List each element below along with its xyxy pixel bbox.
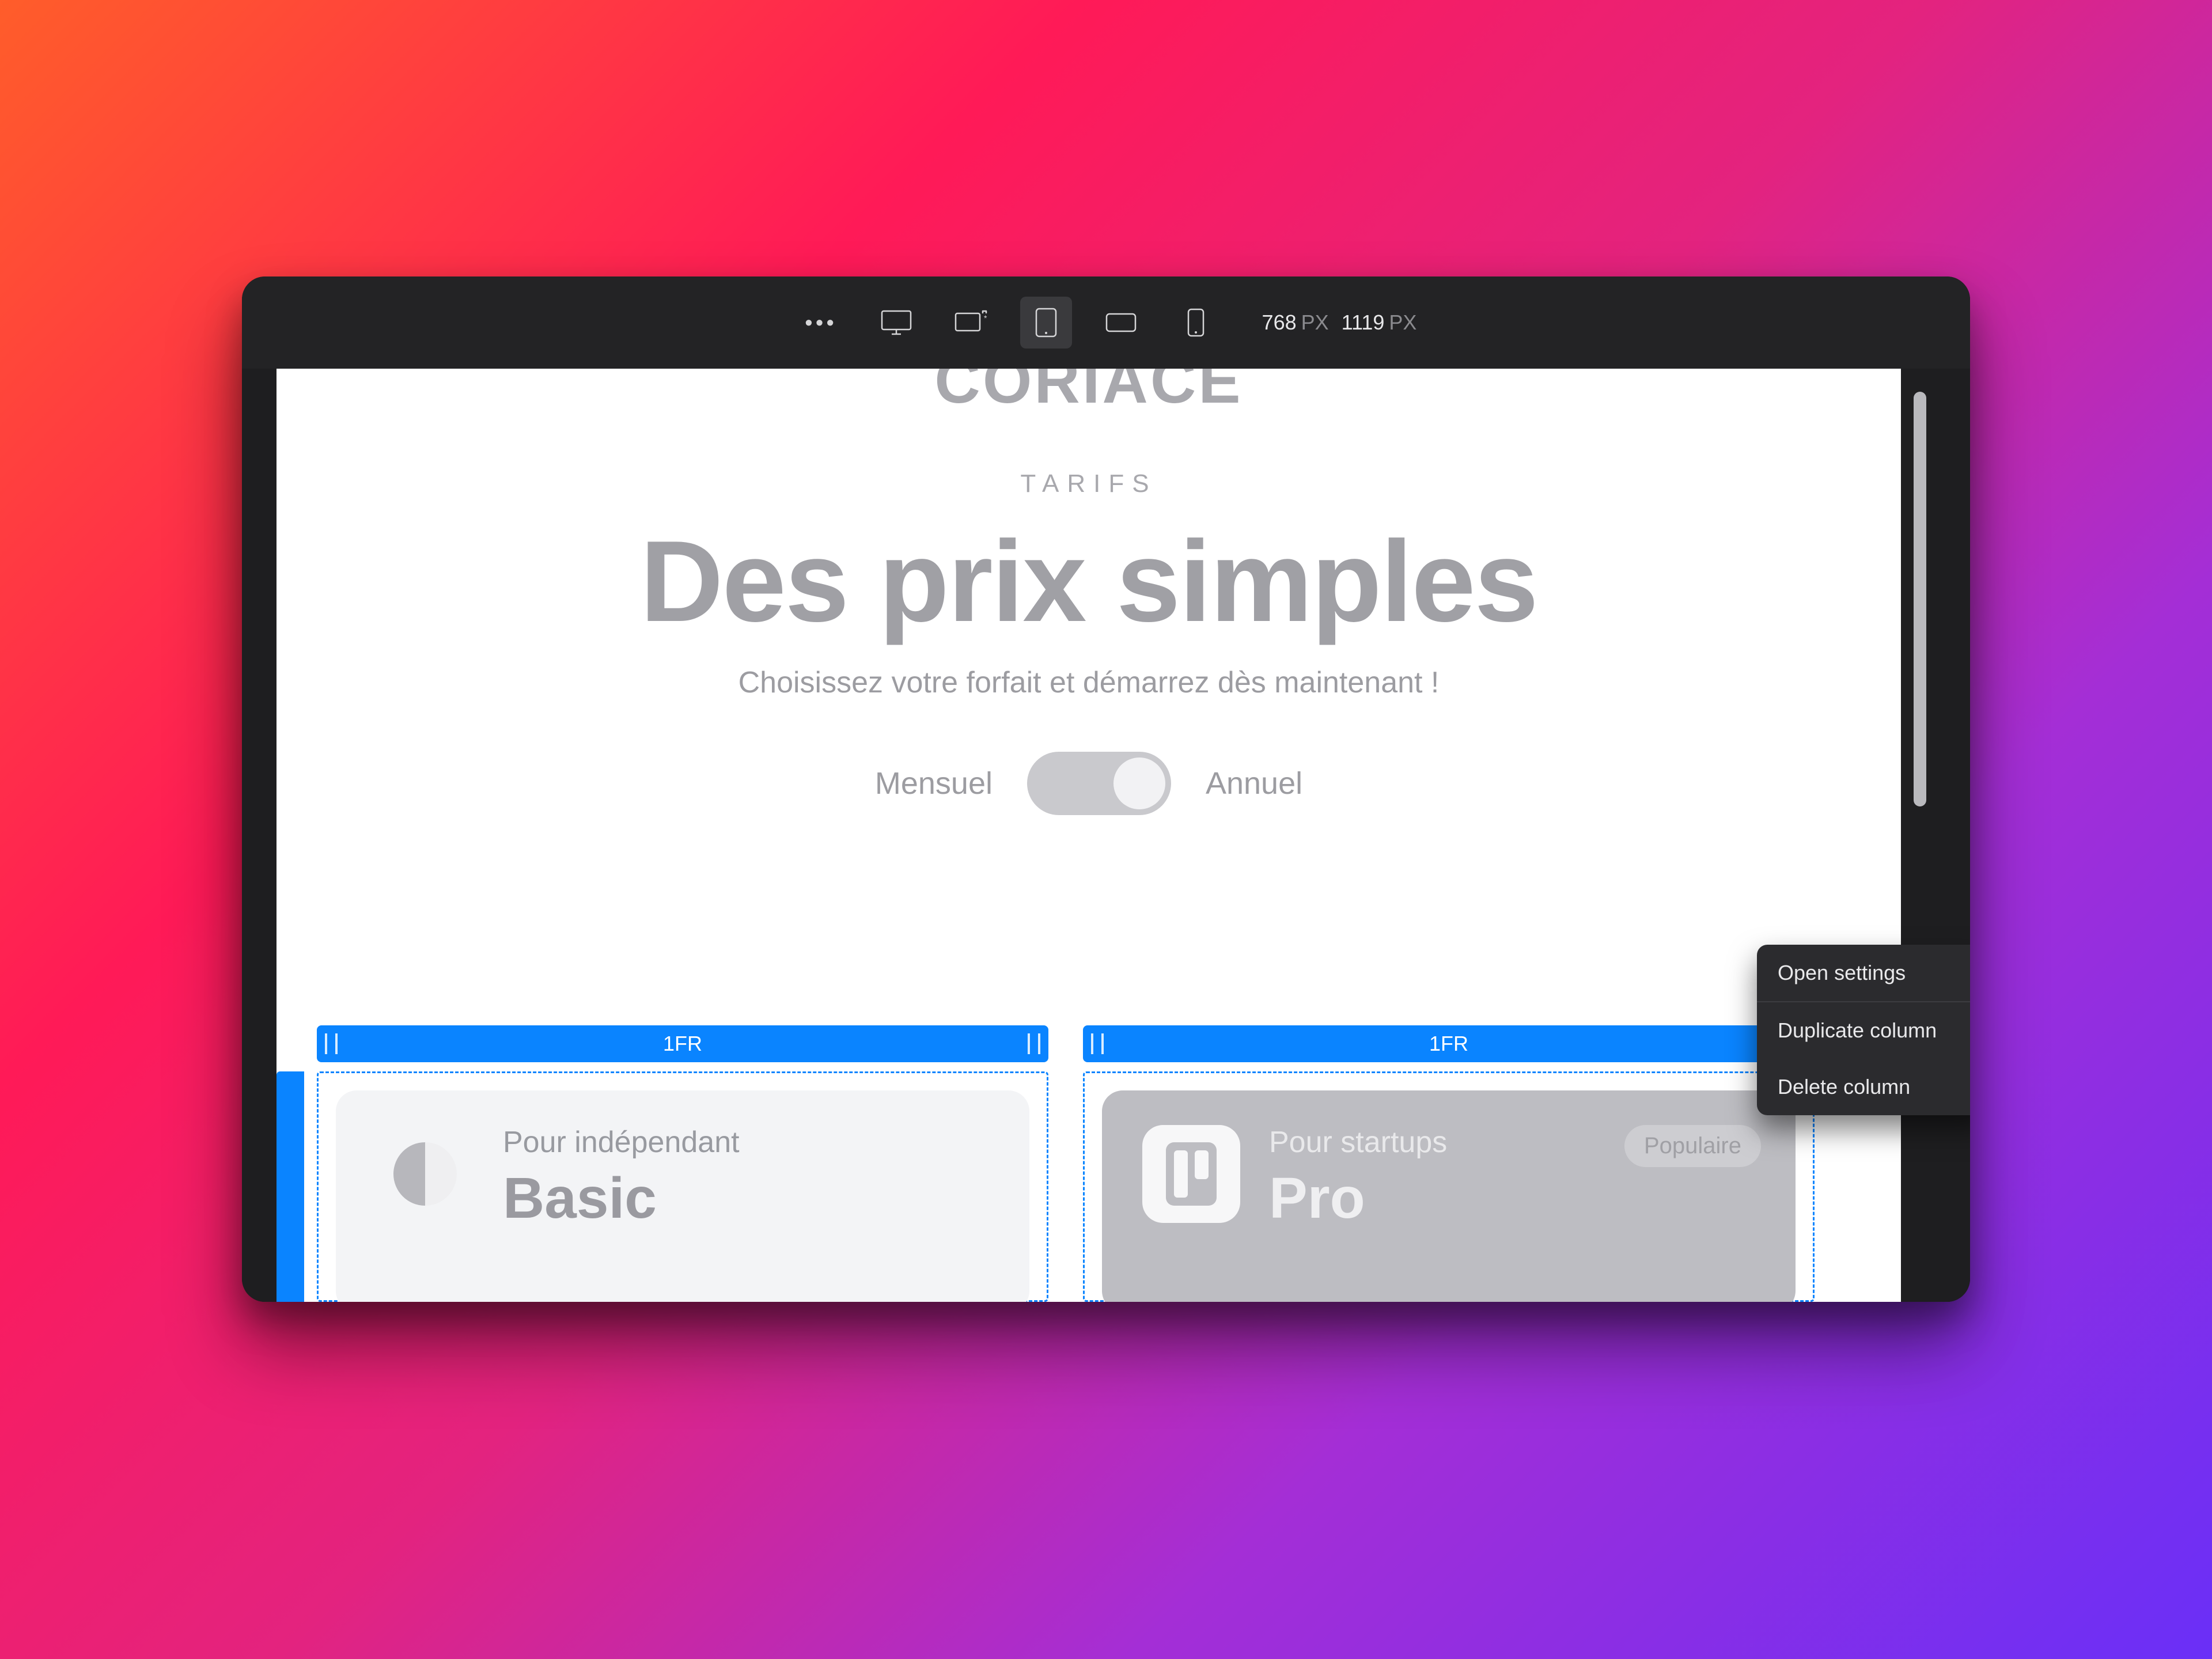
section-eyebrow: TARIFS — [276, 469, 1901, 498]
ctx-open-settings[interactable]: Open settings — [1757, 945, 1970, 1001]
pricing-card-pro[interactable]: Pour startups Pro Populaire — [1102, 1090, 1796, 1302]
grid-column-2: 1FR Pour startups Pro Populaire — [1083, 1025, 1815, 1302]
grid-column-1-header[interactable]: 1FR — [317, 1025, 1048, 1062]
section-headline: Des prix simples — [276, 516, 1901, 648]
more-menu-button[interactable]: ••• — [796, 297, 847, 349]
desktop-large-icon: * — [954, 309, 988, 336]
grid-column-2-header[interactable]: 1FR — [1083, 1025, 1815, 1062]
tablet-icon — [1033, 307, 1059, 338]
basic-card-name: Basic — [503, 1165, 740, 1232]
mobile-icon — [1186, 308, 1206, 338]
board-icon — [1166, 1142, 1217, 1206]
toggle-label-monthly[interactable]: Mensuel — [875, 766, 993, 801]
column-context-menu: Open settings Duplicate column Delete co… — [1757, 945, 1970, 1115]
billing-toggle-switch[interactable] — [1027, 752, 1171, 815]
pro-plan-icon — [1142, 1125, 1240, 1223]
grid-column-2-size: 1FR — [1429, 1032, 1468, 1056]
breakpoint-landscape-button[interactable] — [1095, 297, 1147, 349]
breakpoint-tablet-button[interactable] — [1020, 297, 1072, 349]
mobile-landscape-icon — [1104, 311, 1138, 334]
ellipsis-icon: ••• — [805, 310, 838, 335]
breakpoint-mobile-button[interactable] — [1170, 297, 1222, 349]
editor-window: ••• * 768PX 1119PX CORIACE TARIFS Des pr… — [242, 276, 1970, 1302]
breakpoint-desktop-button[interactable] — [870, 297, 922, 349]
pro-card-eyebrow: Pour startups — [1269, 1125, 1447, 1160]
grid-column-1: 1FR Pour indépendant Basic — [317, 1025, 1048, 1302]
canvas-height-value[interactable]: 1119 — [1342, 310, 1385, 334]
grid-column-1-size: 1FR — [663, 1032, 702, 1056]
breakpoint-desktop-large-button[interactable]: * — [945, 297, 997, 349]
canvas-width-unit: PX — [1301, 310, 1329, 334]
canvas-area: CORIACE TARIFS Des prix simples Choisiss… — [242, 369, 1970, 1302]
grid-cell-2[interactable]: Pour startups Pro Populaire — [1083, 1071, 1815, 1302]
canvas-dimensions: 768PX 1119PX — [1262, 310, 1417, 335]
popular-badge: Populaire — [1624, 1125, 1761, 1167]
toggle-label-annual[interactable]: Annuel — [1206, 766, 1302, 801]
pro-card-name: Pro — [1269, 1165, 1447, 1232]
half-circle-icon — [393, 1142, 457, 1206]
billing-toggle-row: Mensuel Annuel — [276, 752, 1901, 815]
canvas-width-value[interactable]: 768 — [1262, 310, 1297, 334]
ctx-duplicate-column[interactable]: Duplicate column — [1757, 1002, 1970, 1059]
canvas-scrollbar[interactable] — [1914, 392, 1926, 806]
grid-row-handle[interactable] — [276, 1071, 304, 1302]
breakpoint-toolbar: ••• * 768PX 1119PX — [242, 276, 1970, 369]
basic-card-eyebrow: Pour indépendant — [503, 1125, 740, 1160]
pricing-card-basic[interactable]: Pour indépendant Basic — [336, 1090, 1029, 1302]
ctx-delete-column[interactable]: Delete column — [1757, 1059, 1970, 1115]
brand-logo-text: CORIACE — [276, 369, 1901, 418]
grid-editor-overlay: 1FR Pour indépendant Basic 1FR — [276, 1025, 1901, 1302]
grid-cell-1[interactable]: Pour indépendant Basic — [317, 1071, 1048, 1302]
canvas-height-unit: PX — [1389, 310, 1416, 334]
basic-plan-icon — [376, 1125, 474, 1223]
svg-text:*: * — [984, 313, 987, 323]
section-subhead: Choisissez votre forfait et démarrez dès… — [276, 665, 1901, 700]
desktop-icon — [880, 308, 912, 337]
